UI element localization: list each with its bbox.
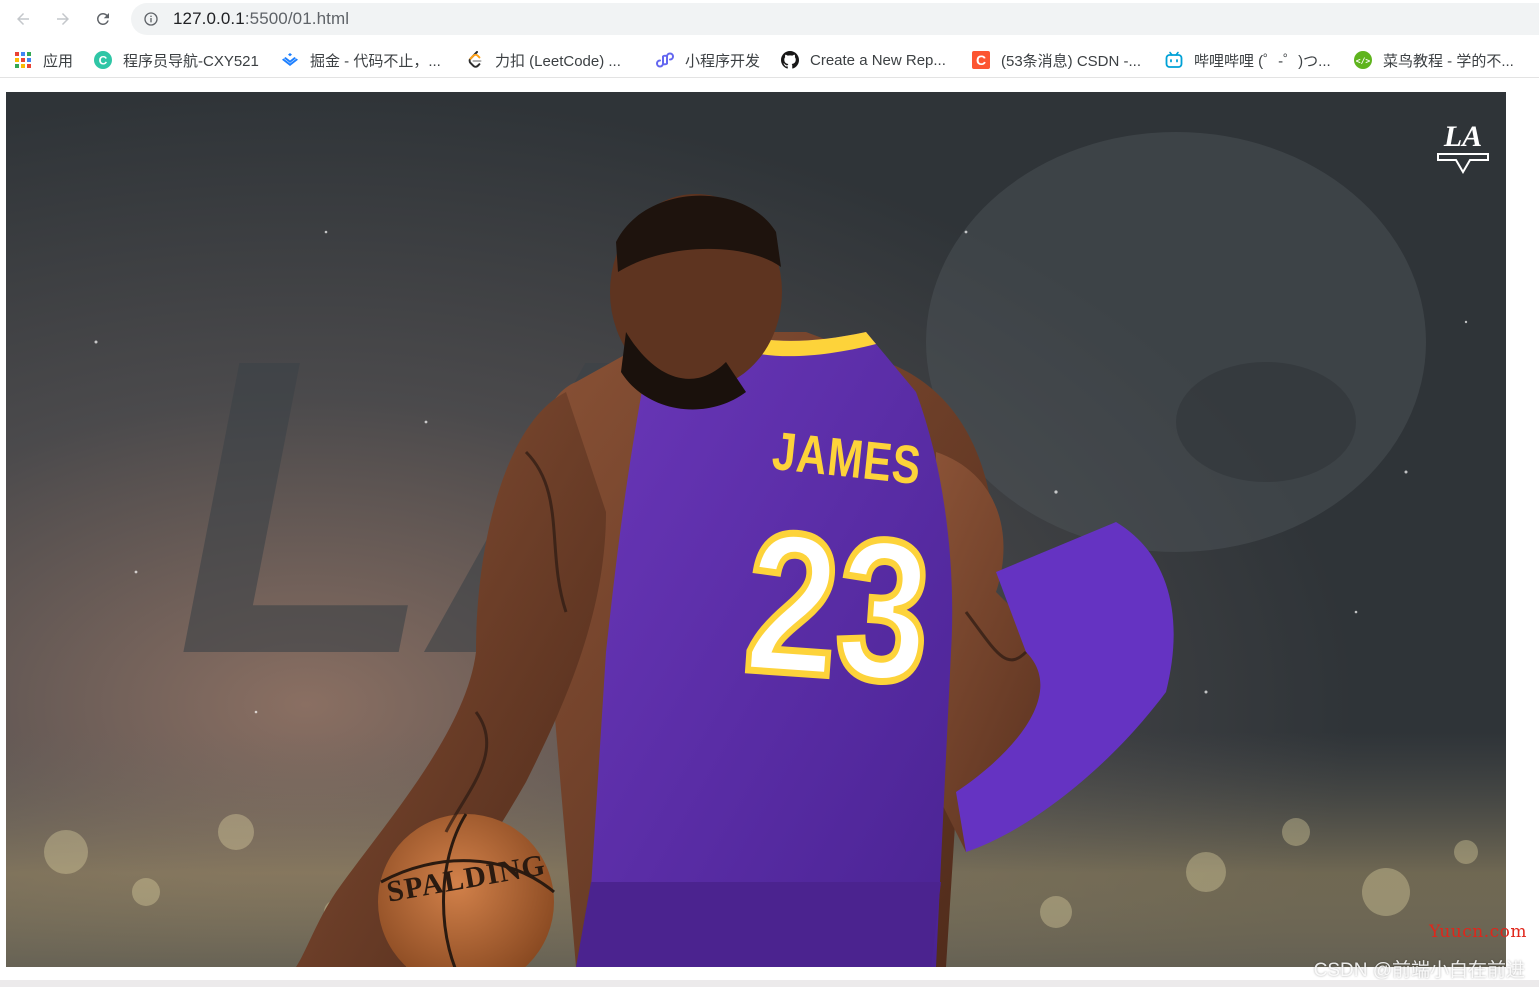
cxy-c-icon: C <box>94 51 112 69</box>
csdn-watermark: CSDN @前端小白在前进 <box>1313 960 1525 981</box>
svg-text:C: C <box>976 52 986 68</box>
svg-text:</>: </> <box>1356 57 1371 66</box>
bookmark-label: 掘金 - 代码不止，... <box>310 52 441 70</box>
bookmark-juejin[interactable]: 掘金 - 代码不止，... <box>281 49 441 71</box>
bookmark-bilibili[interactable]: 哔哩哔哩 (゜-゜)つ... <box>1165 49 1331 71</box>
info-icon[interactable] <box>143 11 159 27</box>
bookmark-label: 菜鸟教程 - 学的不... <box>1383 52 1514 70</box>
bilibili-icon <box>1165 51 1183 69</box>
bookmark-label: (53条消息) CSDN -... <box>1001 52 1142 70</box>
lakers-la-logo: LA <box>1437 120 1489 174</box>
bookmark-runoob[interactable]: </> 菜鸟教程 - 学的不... <box>1354 49 1514 71</box>
yuucn-watermark: Yuucn.com <box>1429 922 1527 942</box>
url-host: 127.0.0.1 <box>173 9 245 28</box>
bookmarks-bar: 应用 C 程序员导航-CXY521 掘金 - 代码不止，... 力扣 (Leet… <box>0 40 1539 78</box>
arrow-right-icon <box>57 13 69 25</box>
apps-grid-icon <box>14 51 32 69</box>
url-text[interactable]: 127.0.0.1:5500/01.html <box>173 9 349 29</box>
bookmark-label: 力扣 (LeetCode) ... <box>495 52 621 70</box>
arrow-left-icon <box>17 13 29 25</box>
reload-button[interactable] <box>89 5 117 33</box>
lebron-james-image: LA JAMES 23 SPALDING LA <box>6 92 1506 967</box>
jersey-number: 23 <box>736 487 940 729</box>
bottom-edge <box>0 980 1539 987</box>
bookmark-label: 程序员导航-CXY521 <box>123 52 259 70</box>
browser-toolbar: 127.0.0.1:5500/01.html <box>0 0 1539 38</box>
bookmark-csdn[interactable]: C (53条消息) CSDN -... <box>972 49 1141 71</box>
miniprogram-icon <box>656 51 674 69</box>
leetcode-icon <box>466 51 484 69</box>
juejin-icon <box>281 51 299 69</box>
bookmark-cxy521[interactable]: C 程序员导航-CXY521 <box>94 49 259 71</box>
bookmark-leetcode[interactable]: 力扣 (LeetCode) ... <box>466 49 621 71</box>
runoob-icon: </> <box>1354 51 1372 69</box>
bookmark-apps[interactable]: 应用 <box>14 49 73 71</box>
bookmark-label: Create a New Rep... <box>810 51 946 69</box>
svg-text:C: C <box>99 54 108 68</box>
reload-icon <box>96 12 109 25</box>
svg-text:LA: LA <box>1443 120 1482 153</box>
forward-button[interactable] <box>49 5 77 33</box>
bookmark-label: 应用 <box>43 52 74 70</box>
csdn-icon: C <box>972 51 990 69</box>
bookmark-github[interactable]: Create a New Rep... <box>781 49 946 71</box>
url-path: :5500/01.html <box>244 9 350 28</box>
bookmark-label: 哔哩哔哩 (゜-゜)つ... <box>1194 52 1331 70</box>
back-button[interactable] <box>9 5 37 33</box>
github-icon <box>781 51 799 69</box>
bookmark-miniprogram[interactable]: 小程序开发 <box>656 49 760 71</box>
address-bar[interactable]: 127.0.0.1:5500/01.html <box>131 3 1539 35</box>
bookmark-label: 小程序开发 <box>685 52 761 70</box>
